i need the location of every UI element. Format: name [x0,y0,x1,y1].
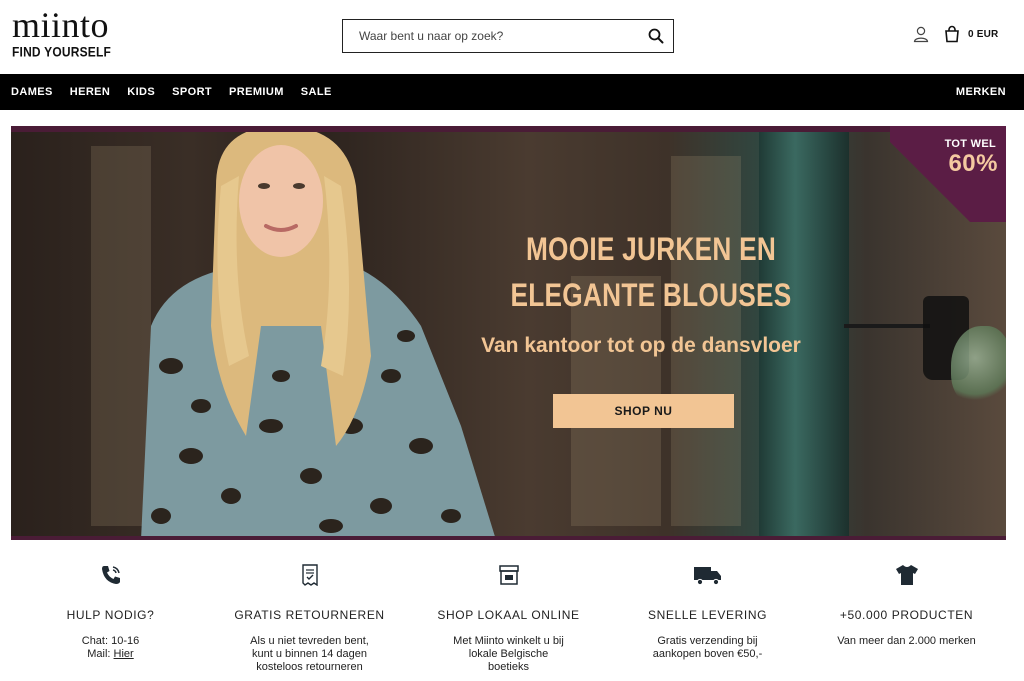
usp-delivery: SNELLE LEVERING Gratis verzending bij aa… [608,560,807,681]
receipt-icon [301,564,318,586]
usp-title: SNELLE LEVERING [647,608,768,622]
main-navigation: DAMES HEREN KIDS SPORT PREMIUM SALE MERK… [0,74,1024,110]
hero-banner[interactable]: TOT WEL 60% MOOIE JURKEN EN ELEGANTE BLO… [11,126,1006,540]
miinto-logo[interactable]: miinto FIND YOURSELF [12,5,132,61]
usp-help: HULP NODIG? Chat: 10-16 Mail: Hier [11,560,210,681]
usp-mail-line: Mail: Hier [11,648,210,661]
tshirt-icon [895,565,918,585]
mail-link[interactable]: Hier [114,648,134,660]
hero-headline: MOOIE JURKEN EN ELEGANTE BLOUSES [471,226,832,318]
usp-mail-label: Mail: [87,648,114,660]
usp-local: SHOP LOKAAL ONLINE Met Miinto winkelt u … [409,560,608,681]
search-input[interactable] [343,20,633,51]
nav-item-merken[interactable]: MERKEN [956,86,1006,98]
plant [951,326,1006,406]
search-bar [342,19,674,53]
shopping-bag-icon [945,25,959,43]
usp-returns: GRATIS RETOURNEREN Als u niet tevreden b… [210,560,409,681]
discount-label: TOT WEL [944,138,996,150]
hero-headline-line2: ELEGANTE BLOUSES [510,277,792,313]
discount-badge: TOT WEL 60% [890,126,1006,222]
store-icon [498,565,519,585]
usp-text: Chat: 10-16 Mail: Hier [11,635,210,661]
usp-title: GRATIS RETOURNEREN [234,608,385,622]
account-icon[interactable] [912,25,930,43]
nav-item-heren[interactable]: HEREN [70,86,111,98]
shop-now-button[interactable]: SHOP NU [553,394,734,428]
nav-item-premium[interactable]: PREMIUM [229,86,284,98]
search-icon[interactable] [647,27,665,45]
site-header: miinto FIND YOURSELF 0 EUR [0,0,1024,74]
usp-chat-hours: Chat: 10-16 [81,635,140,647]
nav-item-sale[interactable]: SALE [301,86,332,98]
hero-frame-top [11,126,1006,132]
truck-icon [693,567,721,586]
usp-row: HULP NODIG? Chat: 10-16 Mail: Hier GRATI… [11,560,1006,681]
phone-icon [101,566,120,584]
usp-text: Als u niet tevreden bent, kunt u binnen … [250,635,369,673]
usp-title: +50.000 PRODUCTEN [839,608,974,622]
logo-tagline: FIND YOURSELF [12,44,112,61]
usp-title: SHOP LOKAAL ONLINE [437,608,580,622]
nav-item-kids[interactable]: KIDS [127,86,155,98]
nav-item-dames[interactable]: DAMES [11,86,53,98]
nav-item-sport[interactable]: SPORT [172,86,212,98]
hero-frame-bottom [11,536,1006,540]
cart-button[interactable]: 0 EUR [944,24,998,44]
usp-text: Van meer dan 2.000 merken [837,635,976,647]
discount-value: 60% [948,150,998,177]
usp-text: Gratis verzending bij aankopen boven €50… [652,635,763,660]
model-photo [141,126,496,540]
hero-headline-line1: MOOIE JURKEN EN [525,231,777,267]
usp-text: Met Miinto winkelt u bij lokale Belgisch… [453,635,564,673]
hero-subtitle: Van kantoor tot op de dansvloer [481,334,801,357]
usp-title: HULP NODIG? [66,608,155,622]
logo-wordmark: miinto [12,5,110,45]
lamp-arm [844,324,930,328]
cart-total: 0 EUR [968,28,999,40]
usp-products: +50.000 PRODUCTEN Van meer dan 2.000 mer… [807,560,1006,681]
